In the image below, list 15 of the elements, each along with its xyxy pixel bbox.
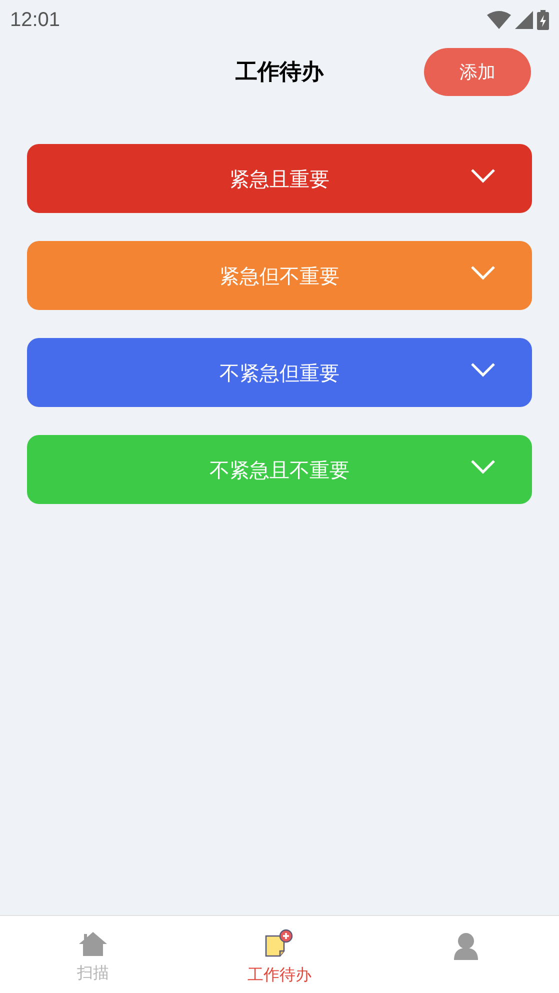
add-button[interactable]: 添加 bbox=[424, 48, 531, 96]
status-time: 12:01 bbox=[10, 8, 60, 33]
category-header[interactable]: 不紧急但重要 bbox=[27, 338, 532, 407]
tab-item[interactable]: 工作待办 bbox=[186, 916, 373, 993]
note-add-icon bbox=[264, 928, 294, 958]
category-header[interactable]: 不紧急且不重要 bbox=[27, 435, 532, 504]
battery-icon bbox=[537, 10, 549, 30]
home-icon bbox=[78, 930, 108, 956]
category-header[interactable]: 紧急且重要 bbox=[27, 144, 532, 213]
page-title: 工作待办 bbox=[236, 58, 324, 86]
signal-icon bbox=[515, 11, 533, 29]
category-header[interactable]: 紧急但不重要 bbox=[27, 241, 532, 310]
tab-item[interactable]: 扫描 bbox=[0, 916, 186, 993]
person-icon bbox=[452, 932, 479, 960]
wifi-icon bbox=[487, 11, 511, 29]
